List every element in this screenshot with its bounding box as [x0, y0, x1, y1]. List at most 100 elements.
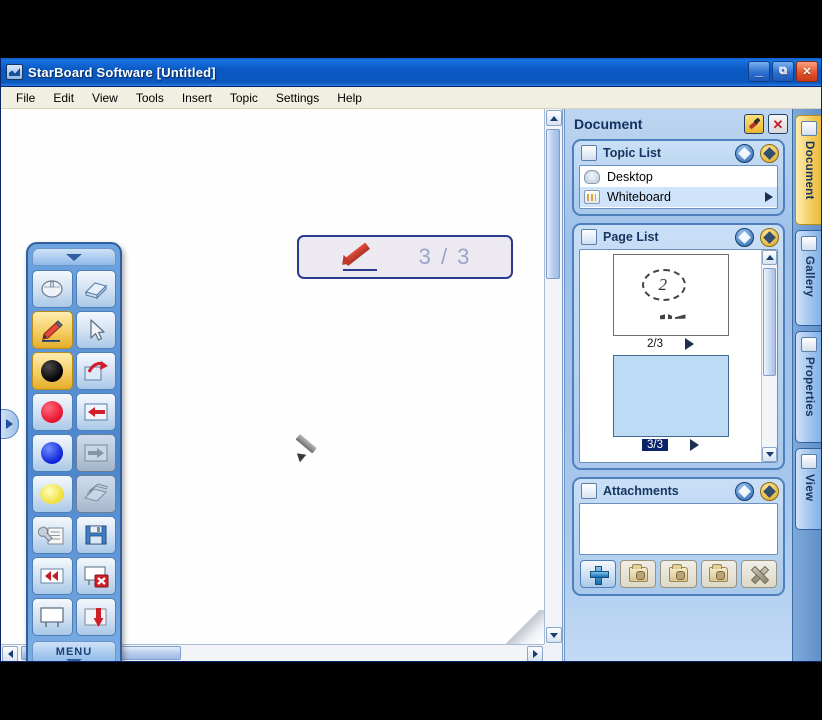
topic-item-desktop[interactable]: Desktop [580, 167, 777, 187]
close-icon: ✕ [802, 66, 812, 78]
new-board-button[interactable] [32, 598, 73, 636]
blue-color[interactable] [32, 434, 73, 472]
menu-item-insert[interactable]: Insert [173, 89, 221, 107]
clear-pages-button[interactable] [75, 475, 116, 513]
page-thumbnails[interactable]: 2 2/3 3/3 [580, 250, 761, 462]
settings-button[interactable] [32, 516, 73, 554]
scroll-right-button[interactable] [527, 646, 543, 661]
topic-list-icon [581, 145, 597, 161]
application-window: StarBoard Software [Untitled] _ ⧉ ✕ File… [0, 58, 822, 662]
page-indicator[interactable]: 3 / 3 [297, 235, 513, 279]
extract-attachment-button[interactable] [700, 560, 737, 588]
attachments-collapse-button[interactable] [735, 481, 754, 501]
palette-collapse-handle[interactable] [32, 248, 116, 266]
tab-gallery[interactable]: Gallery [795, 230, 821, 326]
attachments-header: Attachments [574, 479, 783, 503]
expand-icon [763, 146, 776, 160]
topic-expand-arrow-icon[interactable] [765, 192, 773, 202]
page-thumbnail[interactable] [612, 355, 729, 437]
page-list-section: Page List 2 2/3 3/3 [572, 223, 785, 470]
expand-icon [763, 230, 776, 244]
page-scroll-down-button[interactable] [762, 447, 777, 462]
pen-cursor [293, 427, 327, 463]
menu-item-edit[interactable]: Edit [44, 89, 83, 107]
tab-document[interactable]: Document [795, 115, 821, 225]
palette-menu-button[interactable]: MENU [32, 641, 116, 661]
delete-page-button[interactable] [75, 557, 116, 595]
topic-item-whiteboard[interactable]: Whiteboard [580, 187, 777, 207]
open-attachment-button[interactable] [620, 560, 657, 588]
redo-button[interactable] [75, 352, 116, 390]
add-attachment-button[interactable] [580, 560, 617, 588]
document-icon [801, 121, 817, 136]
menu-item-topic[interactable]: Topic [221, 89, 267, 107]
collapse-icon [738, 230, 751, 244]
menu-item-help[interactable]: Help [328, 89, 371, 107]
collapse-icon [738, 146, 751, 160]
save-attachment-button[interactable] [660, 560, 697, 588]
attachments-list[interactable] [579, 503, 778, 555]
topic-list-title: Topic List [603, 146, 662, 160]
menu-item-file[interactable]: File [7, 89, 44, 107]
mouse-tool[interactable] [32, 270, 73, 308]
tool-palette: MENU [26, 242, 122, 661]
attachments-expand-button[interactable] [760, 481, 779, 501]
page-scroll-thumb[interactable] [763, 268, 776, 376]
page-indicator-count: 3 / 3 [418, 244, 472, 269]
save-button[interactable] [75, 516, 116, 554]
menu-item-tools[interactable]: Tools [127, 89, 173, 107]
red-circle-icon [41, 401, 64, 423]
eraser-tool[interactable] [75, 270, 116, 308]
page-list-item[interactable]: 3/3 [580, 355, 761, 456]
palette-menu-label: MENU [55, 645, 93, 658]
restore-icon: ⧉ [779, 65, 787, 77]
document-panel-close-button[interactable]: ✕ [768, 114, 788, 134]
wrench-list-icon [38, 526, 64, 545]
document-panel-header: Document ✕ [565, 109, 792, 139]
pen-tool[interactable] [32, 311, 73, 349]
topic-list-collapse-button[interactable] [735, 143, 754, 163]
pencil-icon [42, 320, 63, 342]
page-list-scrollbar[interactable] [761, 250, 777, 462]
folder-save-icon [669, 563, 688, 582]
topic-item-label: Desktop [607, 170, 653, 184]
page-scroll-up-button[interactable] [762, 250, 777, 265]
page-thumbnail[interactable]: 2 [612, 254, 729, 336]
yellow-color[interactable] [32, 475, 73, 513]
page-list-item[interactable]: 2 2/3 [580, 254, 761, 355]
forward-button[interactable] [75, 434, 116, 472]
restore-button[interactable]: ⧉ [772, 61, 794, 82]
close-button[interactable]: ✕ [796, 61, 818, 82]
whiteboard-icon [584, 190, 600, 204]
tab-label: View [803, 474, 815, 502]
tab-properties[interactable]: Properties [795, 331, 821, 443]
menu-item-settings[interactable]: Settings [267, 89, 328, 107]
collapse-icon [738, 484, 751, 498]
attachments-section: Attachments [572, 477, 785, 596]
vertical-scroll-thumb[interactable] [546, 129, 560, 279]
tab-view[interactable]: View [795, 448, 821, 530]
menu-item-view[interactable]: View [83, 89, 127, 107]
blue-circle-icon [41, 442, 64, 464]
import-button[interactable] [75, 598, 116, 636]
red-color[interactable] [32, 393, 73, 431]
select-tool[interactable] [75, 311, 116, 349]
tab-label: Gallery [803, 256, 815, 298]
delete-attachment-button[interactable] [740, 560, 778, 588]
folder-get-icon [709, 563, 729, 582]
canvas-vertical-scrollbar[interactable] [544, 109, 562, 644]
page-menu-arrow-icon[interactable] [685, 338, 694, 350]
minimize-button[interactable]: _ [748, 61, 770, 82]
pin-button[interactable] [744, 114, 764, 134]
scroll-left-button[interactable] [2, 646, 18, 661]
page-list-collapse-button[interactable] [735, 227, 754, 247]
page-menu-arrow-icon[interactable] [690, 439, 699, 451]
scroll-down-button[interactable] [546, 627, 562, 643]
black-color[interactable] [32, 352, 73, 390]
rewind-button[interactable] [32, 557, 73, 595]
undo-button[interactable] [75, 393, 116, 431]
topic-list-expand-button[interactable] [760, 143, 779, 163]
scroll-up-button[interactable] [546, 110, 562, 126]
page-list-expand-button[interactable] [760, 227, 779, 247]
window-title: StarBoard Software [Untitled] [28, 64, 216, 80]
